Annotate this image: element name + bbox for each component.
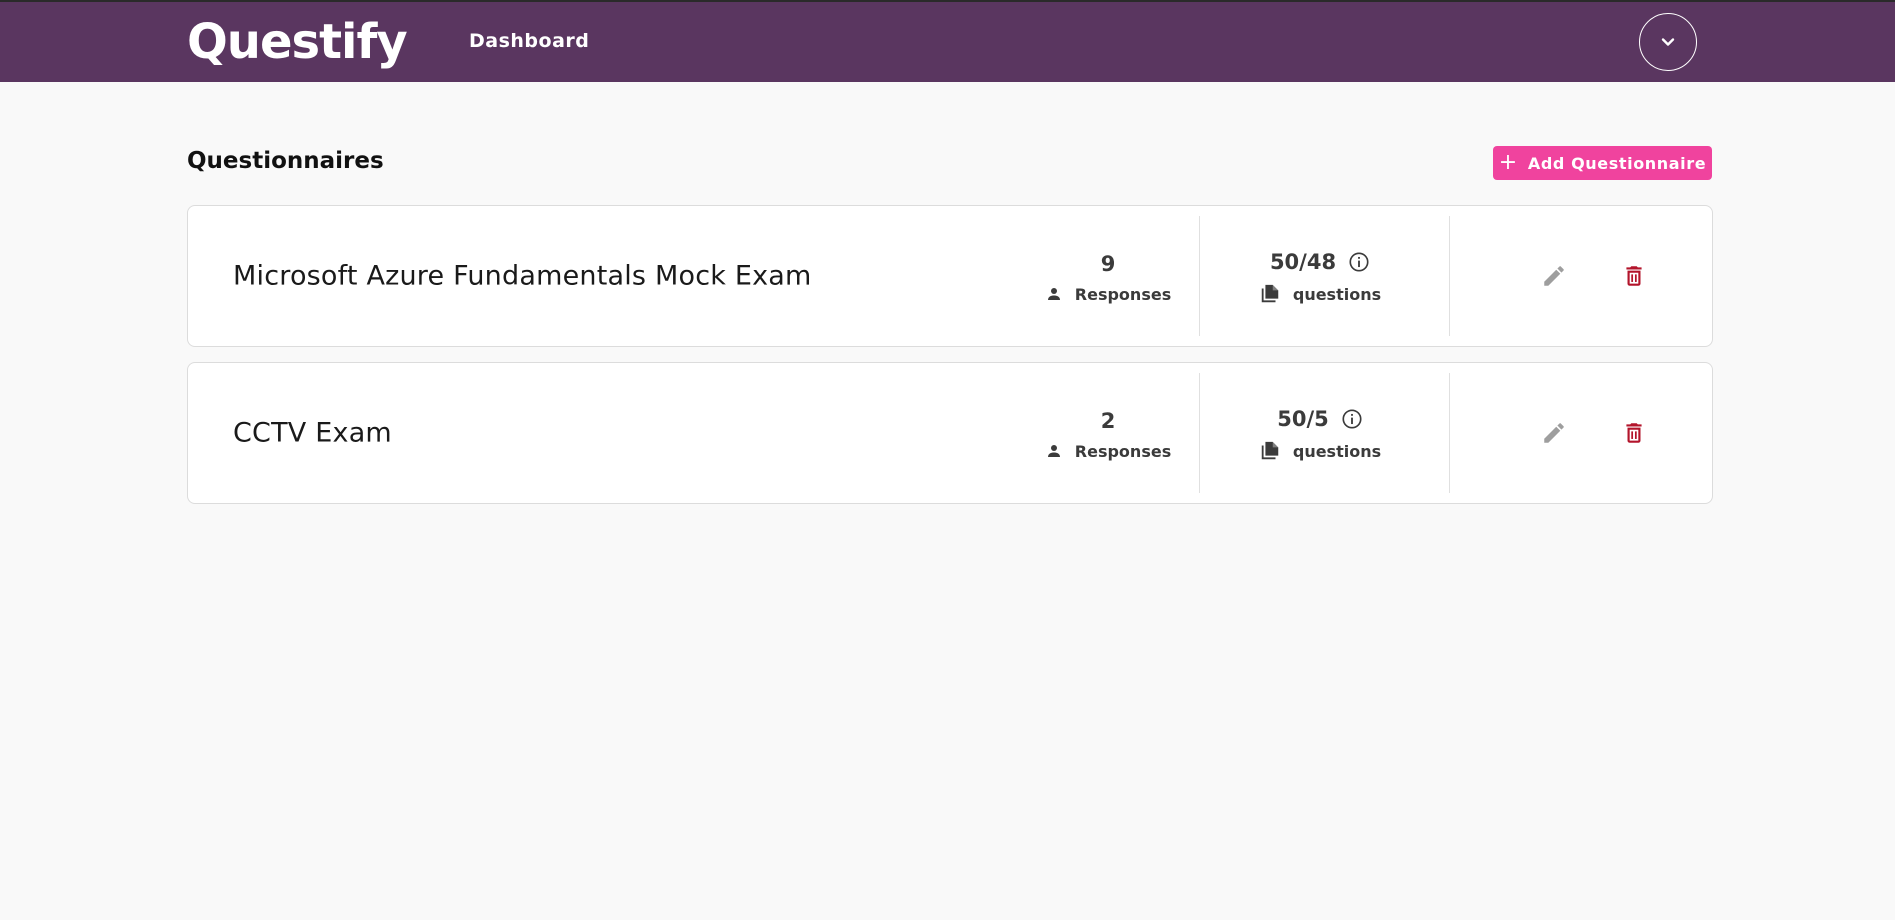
edit-button[interactable]: [1534, 413, 1574, 453]
plus-icon: +: [1498, 150, 1518, 175]
responses-stat: 9 Responses: [1008, 206, 1208, 346]
questionnaire-title[interactable]: CCTV Exam: [233, 418, 392, 449]
chevron-down-icon: [1661, 38, 1675, 46]
trash-icon: [1626, 423, 1642, 443]
documents-icon: [1261, 441, 1279, 460]
questionnaire-card[interactable]: Microsoft Azure Fundamentals Mock Exam 9…: [187, 205, 1713, 347]
documents-icon: [1261, 284, 1279, 303]
add-questionnaire-label: Add Questionnaire: [1527, 153, 1707, 173]
account-dropdown-button[interactable]: [1639, 13, 1697, 71]
top-navbar: Questify Dashboard: [0, 2, 1895, 82]
pencil-icon: [1544, 423, 1564, 443]
questionnaire-card[interactable]: CCTV Exam 2 Responses 50/5 questions: [187, 362, 1713, 504]
person-icon: [1047, 445, 1060, 457]
trash-icon: [1626, 266, 1642, 286]
card-divider: [1449, 373, 1450, 493]
add-questionnaire-button[interactable]: + Add Questionnaire: [1493, 146, 1712, 180]
edit-button[interactable]: [1534, 256, 1574, 296]
questions-count: 50/5: [1277, 407, 1329, 431]
delete-button[interactable]: [1614, 256, 1654, 296]
card-divider: [1449, 216, 1450, 336]
questions-label: questions: [1292, 441, 1382, 461]
responses-count: 9: [1100, 251, 1116, 276]
info-icon[interactable]: [1348, 251, 1370, 273]
responses-count: 2: [1100, 408, 1116, 433]
questions-count: 50/48: [1269, 250, 1337, 274]
nav-dashboard-link[interactable]: Dashboard: [469, 30, 589, 52]
responses-label: Responses: [1074, 441, 1172, 461]
responses-stat: 2 Responses: [1008, 363, 1208, 503]
delete-button[interactable]: [1614, 413, 1654, 453]
questions-stat: 50/48 questions: [1200, 206, 1440, 346]
questionnaire-title[interactable]: Microsoft Azure Fundamentals Mock Exam: [233, 261, 812, 292]
info-icon[interactable]: [1341, 408, 1363, 430]
responses-label: Responses: [1074, 284, 1172, 304]
brand-logo[interactable]: Questify: [187, 12, 408, 72]
questions-stat: 50/5 questions: [1200, 363, 1440, 503]
page-title: Questionnaires: [187, 148, 384, 174]
questions-label: questions: [1292, 284, 1382, 304]
person-icon: [1047, 288, 1060, 300]
pencil-icon: [1544, 266, 1564, 286]
